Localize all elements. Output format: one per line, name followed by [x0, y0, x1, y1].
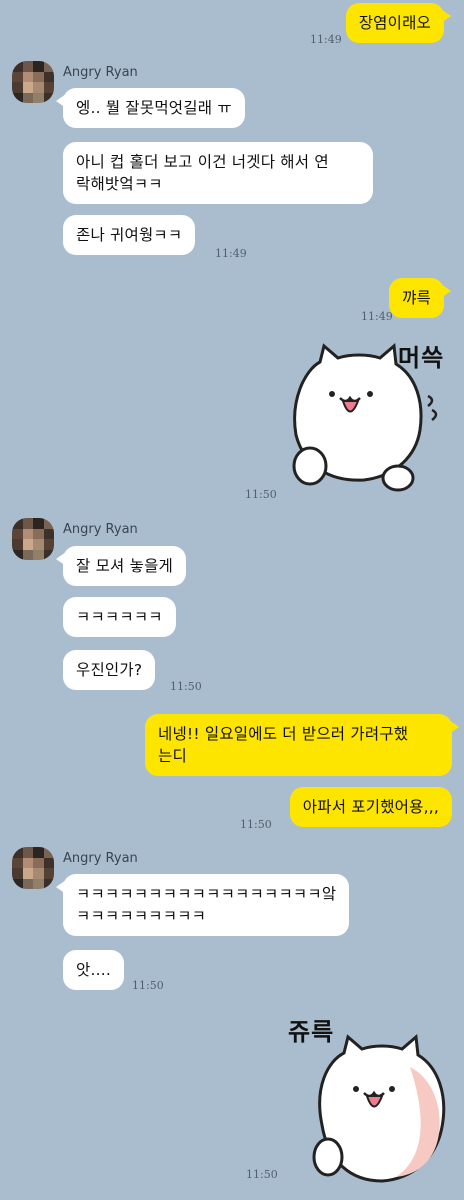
message-bubble-incoming[interactable]: ㅋㅋㅋㅋㅋㅋㅋㅋㅋㅋㅋㅋㅋㅋㅋㅋㅋ앜 ㅋㅋㅋㅋㅋㅋㅋㅋㅋ: [55, 874, 350, 936]
message-time: 11:50: [245, 488, 277, 501]
message-time: 11:49: [361, 310, 393, 323]
contact-avatar[interactable]: [12, 518, 54, 560]
contact-avatar[interactable]: [12, 61, 54, 103]
message-bubble-incoming[interactable]: 엥.. 뭘 잘못먹엇길래 ㅠ: [56, 88, 245, 128]
contact-name: Angry Ryan: [63, 65, 138, 80]
message-time: 11:49: [310, 33, 342, 46]
message-bubble-incoming[interactable]: 앗....: [63, 950, 124, 990]
message-time: 11:49: [215, 247, 247, 260]
message-bubble-outgoing[interactable]: 장염이래오: [345, 3, 452, 43]
sticker-caption: 머쓱: [398, 344, 445, 372]
white-cat-sticker-icon: [312, 1034, 446, 1183]
message-bubble-incoming[interactable]: 존나 귀여웡ㅋㅋ: [63, 215, 196, 255]
message-bubble-incoming[interactable]: 잘 모셔 놓을게: [55, 546, 187, 586]
message-bubble-incoming[interactable]: 아니 컵 홀더 보고 이건 너겟다 해서 연 락해밧엌ㅋㅋ: [63, 142, 373, 204]
message-bubble-outgoing[interactable]: 아파서 포기했어용,,,: [289, 787, 452, 827]
contact-avatar[interactable]: [12, 847, 54, 889]
contact-name: Angry Ryan: [63, 851, 138, 866]
message-bubble-incoming[interactable]: 우진인가?: [63, 650, 156, 690]
message-time: 11:50: [246, 1168, 278, 1181]
message-time: 11:50: [132, 979, 164, 992]
message-bubble-outgoing[interactable]: 네넹!! 일요일에도 더 받으러 가려구했 는디: [145, 714, 459, 776]
cat-sticker-teary[interactable]: [292, 1015, 462, 1190]
message-bubble-outgoing[interactable]: 꺄륵: [389, 278, 451, 318]
message-bubble-incoming[interactable]: ㅋㅋㅋㅋㅋㅋ: [63, 597, 176, 637]
contact-name: Angry Ryan: [63, 522, 138, 537]
message-time: 11:50: [240, 818, 272, 831]
message-time: 11:50: [170, 680, 202, 693]
